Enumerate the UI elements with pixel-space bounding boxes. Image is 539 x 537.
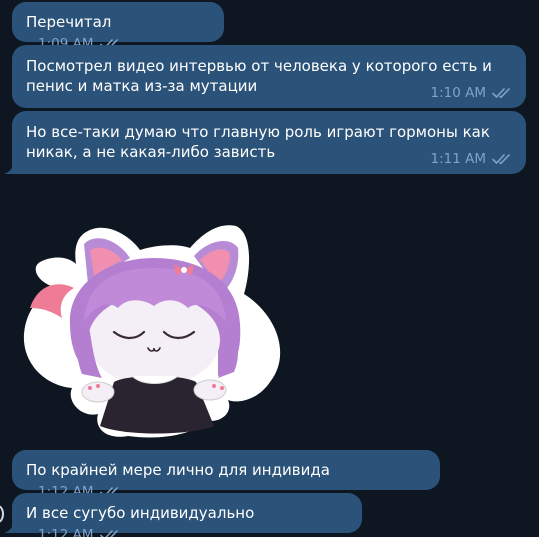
cat-girl-sticker[interactable] (18, 214, 290, 446)
double-check-icon (99, 529, 122, 537)
chat-area: Перечитал 1:09 AM Посмотрел видео интерв… (0, 0, 539, 537)
message-time: 1:10 AM (430, 85, 487, 101)
message-time: 1:11 AM (430, 151, 487, 167)
message-time: 1:12 AM (38, 527, 94, 537)
message-text: И все сугубо индивидуально (26, 504, 255, 522)
bubble-tail (4, 162, 18, 174)
message-bubble[interactable]: И все сугубо индивидуально 1:12 AM (12, 493, 362, 537)
message-text: По крайней мере лично для индивида (26, 461, 330, 479)
message-meta: 1:10 AM (431, 83, 515, 103)
message-text: Перечитал (26, 13, 112, 31)
message-bubble[interactable]: По крайней мере лично для индивида 1:12 … (12, 450, 440, 500)
message-text: Посмотрел видео интервью от человека у к… (26, 57, 492, 95)
message-text: Но все-таки думаю что главную роль играю… (26, 123, 490, 161)
bubble-tail (4, 521, 18, 533)
message-meta: 1:11 AM (431, 149, 515, 169)
double-check-icon (492, 153, 514, 165)
message-bubble[interactable]: Перечитал 1:09 AM (12, 2, 224, 52)
double-check-icon (492, 87, 514, 99)
message-bubble[interactable]: Посмотрел видео интервью от человека у к… (12, 45, 526, 108)
message-meta: 1:12 AM (38, 525, 122, 537)
message-bubble[interactable]: Но все-таки думаю что главную роль играю… (12, 111, 526, 174)
